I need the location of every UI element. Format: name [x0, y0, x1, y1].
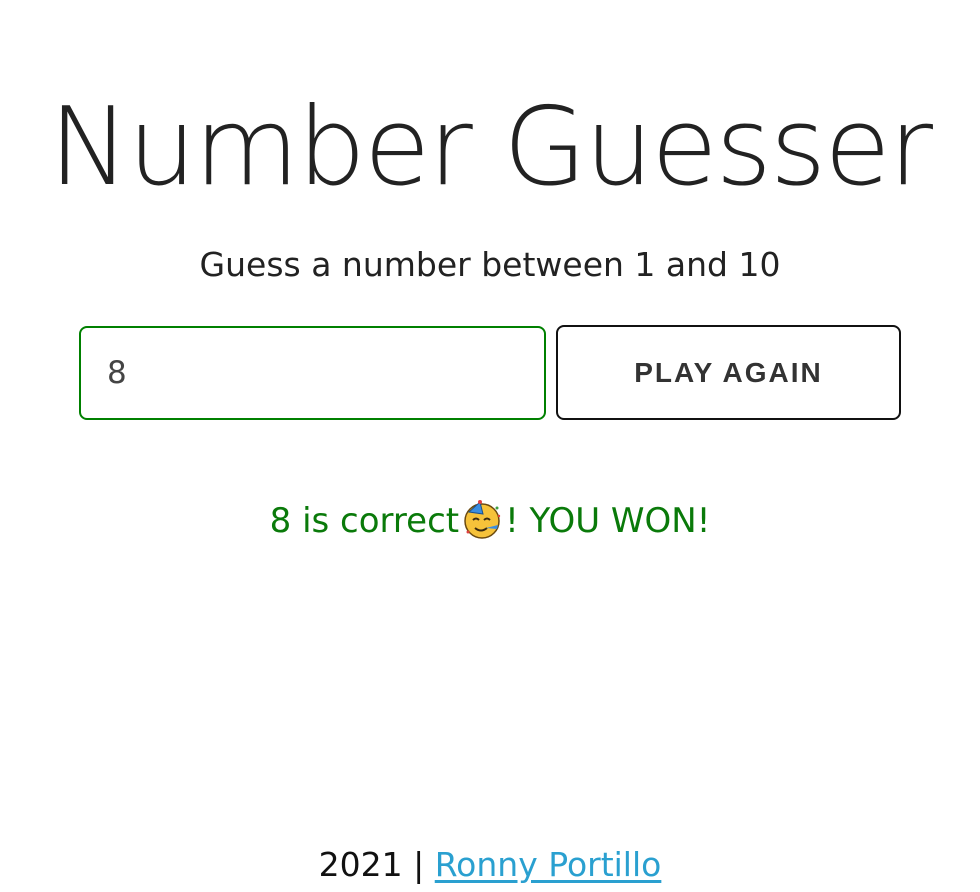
page-title: Number Guesser: [48, 85, 933, 211]
partying-face-icon: [460, 498, 504, 542]
play-again-button[interactable]: PLAY AGAIN: [556, 325, 901, 420]
author-link[interactable]: Ronny Portillo: [435, 845, 662, 884]
guess-input[interactable]: [79, 326, 546, 420]
instructions-text: Guess a number between 1 and 10: [199, 245, 781, 284]
footer: 2021 | Ronny Portillo: [0, 841, 980, 889]
result-message-text: 8 is correct: [269, 501, 460, 541]
footer-separator: |: [402, 845, 435, 884]
result-message: 8 is correct ! YOU WON!: [0, 496, 980, 546]
result-message-suffix: ! YOU WON!: [505, 501, 711, 541]
footer-year: 2021: [318, 845, 403, 884]
